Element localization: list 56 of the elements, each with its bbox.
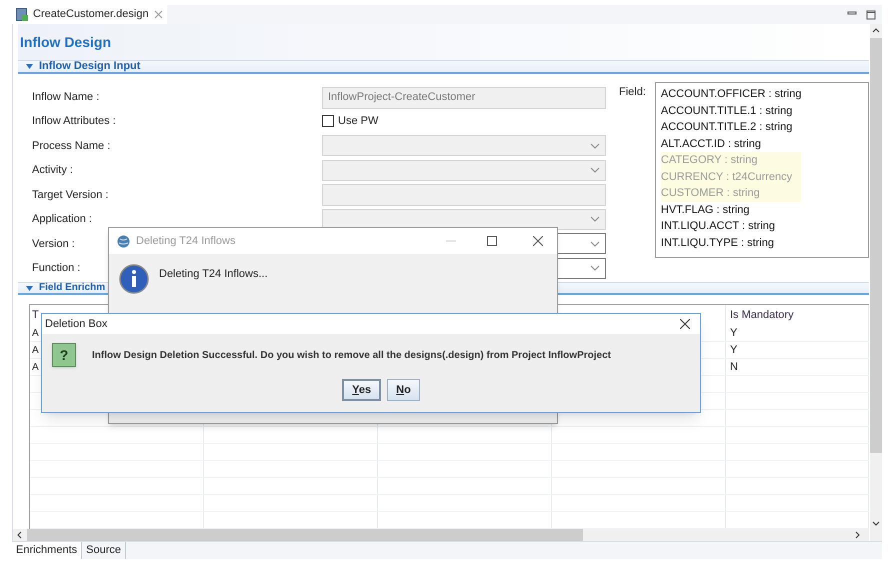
horizontal-scrollbar[interactable] (13, 529, 869, 541)
field-list-item[interactable]: ACCOUNT.TITLE.1 : string (660, 102, 798, 119)
field-list-item[interactable]: ACCOUNT.OFFICER : string (660, 86, 808, 102)
editor-tab[interactable]: CreateCustomer.design (12, 5, 167, 24)
field-list-item[interactable]: ALT.ACCT.ID : string (660, 136, 767, 152)
dialog-title: Deleting T24 Inflows (136, 234, 236, 249)
field-list[interactable] (654, 82, 869, 258)
column-header[interactable]: T (32, 306, 39, 324)
field-list-item[interactable]: HVT.FLAG : string (660, 202, 756, 218)
chevron-down-icon (590, 240, 600, 247)
field-label: Application : (32, 212, 92, 227)
field-label: Inflow Name : (32, 90, 100, 106)
chevron-down-icon (590, 216, 600, 222)
table-cell-text: A (32, 344, 39, 358)
info-icon (119, 264, 149, 294)
vertical-scrollbar[interactable] (870, 24, 882, 541)
collapse-triangle-icon (26, 64, 33, 69)
chevron-down-icon (590, 167, 600, 174)
scroll-up-icon[interactable] (872, 27, 880, 35)
close-icon[interactable] (533, 236, 543, 246)
maximize-icon[interactable] (487, 236, 497, 246)
field-label: Function : (32, 261, 80, 276)
question-icon: ? (52, 343, 76, 367)
field-label: Inflow Attributes : (32, 114, 116, 129)
chevron-down-icon (590, 265, 600, 272)
table-cell-text: Y (730, 326, 738, 341)
maximize-icon[interactable] (866, 10, 876, 20)
close-icon[interactable] (680, 319, 690, 329)
section-header[interactable]: Inflow Design Input (18, 60, 869, 74)
table-cell-text: Y (730, 342, 738, 358)
scroll-down-icon[interactable] (872, 519, 880, 527)
collapse-triangle-icon (26, 286, 33, 290)
table-cell-text: N (730, 360, 738, 375)
dialog-button[interactable]: Yes (342, 379, 382, 401)
scroll-right-icon[interactable] (853, 531, 861, 539)
field-list-item[interactable]: INT.LIQU.ACCT : string (660, 218, 782, 234)
field-label: Version : (32, 236, 75, 252)
document-icon (16, 8, 28, 21)
bottom-tab[interactable]: Enrichments (12, 542, 82, 559)
use-pw-checkbox[interactable]: Use PW (322, 110, 606, 132)
field-list-item[interactable]: ACCOUNT.TITLE.2 : string (660, 119, 798, 136)
table-cell-text: A (32, 326, 39, 340)
field-label: Process Name : (32, 138, 110, 154)
scroll-left-icon[interactable] (16, 531, 24, 539)
field-label: Activity : (32, 163, 73, 178)
field-label: Field: (619, 85, 646, 100)
field-list-item[interactable]: INT.LIQU.TYPE : string (660, 234, 780, 251)
dialog-button[interactable]: No (387, 379, 420, 401)
dialog-title: Deletion Box (45, 316, 108, 332)
app-globe-icon (117, 234, 130, 248)
field-label: Target Version : (32, 188, 108, 202)
chevron-down-icon (590, 142, 600, 149)
table-cell-text: A (32, 360, 39, 374)
column-header[interactable]: Is Mandatory (730, 306, 794, 324)
dialog-message: Deleting T24 Inflows... (159, 267, 268, 282)
dialog-message: Inflow Design Deletion Successful. Do you wish to remove all the designs(.design) from Project InflowProject (92, 348, 611, 362)
